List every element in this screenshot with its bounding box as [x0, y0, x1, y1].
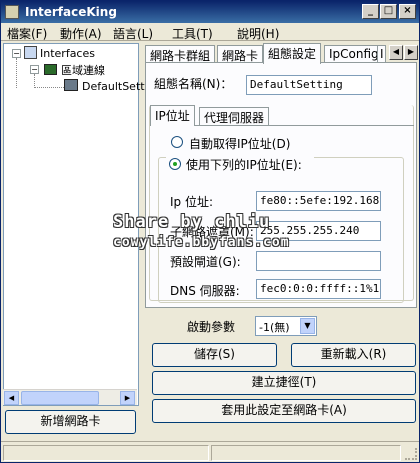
apply-to-nic-button[interactable]: 套用此設定至網路卡(A) [152, 399, 416, 423]
startup-param-label: 啟動參數 [187, 320, 236, 334]
manual-ip-legend: 使用下列的IP位址(E): [166, 155, 314, 172]
dns-server-label: DNS 伺服器: [170, 284, 240, 298]
tree-item-local-connection[interactable]: 區域連線 [44, 62, 105, 78]
collapse-icon[interactable]: − [12, 49, 21, 58]
menu-tools[interactable]: 工具(T) [172, 25, 213, 42]
app-window: InterfaceKing _ □ × 檔案(F) 動作(A) 語言(L) 工具… [0, 0, 420, 463]
app-icon [5, 5, 19, 19]
watermark-url: cowylife.bbyfans.com [113, 235, 290, 250]
profile-name-input[interactable]: DefaultSetting [246, 75, 372, 95]
tree-item-default-setting[interactable]: DefaultSetti [64, 79, 148, 95]
tab-more[interactable]: I [377, 45, 386, 63]
nic-icon [44, 64, 57, 75]
window-title: InterfaceKing [25, 5, 117, 19]
maximize-button[interactable]: □ [380, 4, 397, 19]
gateway-label: 預設閘道(G): [170, 255, 241, 269]
tab-profile-settings[interactable]: 組態設定 [263, 43, 322, 64]
menu-file[interactable]: 檔案(F) [7, 25, 47, 42]
auto-ip-radio[interactable] [171, 136, 183, 148]
watermark-text: Share by chliu [113, 212, 271, 232]
profile-name-label: 組態名稱(N)： [154, 77, 233, 91]
profile-settings-page: 組態名稱(N)： DefaultSetting IP位址 代理伺服器 自動取得I… [145, 62, 417, 308]
title-bar: InterfaceKing _ □ × [1, 1, 419, 23]
manual-ip-label: 使用下列的IP位址(E): [186, 158, 302, 172]
radio-selected-dot [173, 162, 177, 166]
dns-server-input[interactable]: fec0:0:0:ffff::1%1 [256, 279, 381, 299]
tab-nic-group[interactable]: 網路卡群組 [145, 45, 216, 63]
resize-grip-icon[interactable] [405, 448, 417, 460]
tree-line [16, 58, 17, 88]
manual-ip-radio[interactable] [169, 158, 181, 170]
minimize-button[interactable]: _ [362, 4, 379, 19]
menu-help[interactable]: 說明(H) [237, 25, 279, 42]
tab-ipconfig[interactable]: IpConfig [324, 45, 384, 63]
tab-proxy[interactable]: 代理伺服器 [199, 107, 270, 125]
startup-param-select[interactable]: -1(無) ▼ [255, 316, 317, 336]
tree-horizontal-scrollbar[interactable]: ◀ ▶ [3, 389, 137, 405]
setting-icon [64, 79, 78, 91]
ip-address-input[interactable]: fe80::5efe:192.168.0.8% [256, 191, 381, 211]
save-button[interactable]: 儲存(S) [152, 343, 277, 367]
tab-scroll-right-icon[interactable]: ▶ [404, 45, 418, 60]
tab-ip-address[interactable]: IP位址 [150, 105, 195, 126]
add-nic-button[interactable]: 新增網路卡 [5, 410, 136, 434]
create-shortcut-button[interactable]: 建立捷徑(T) [152, 371, 416, 395]
menu-bar: 檔案(F) 動作(A) 語言(L) 工具(T) 說明(H) [1, 23, 419, 41]
chevron-down-icon[interactable]: ▼ [300, 318, 315, 334]
status-bar [1, 441, 419, 462]
menu-language[interactable]: 語言(L) [113, 25, 153, 42]
tree-item-interfaces[interactable]: Interfaces [24, 46, 95, 62]
collapse-icon[interactable]: − [30, 65, 39, 74]
tab-nic[interactable]: 網路卡 [217, 45, 264, 63]
network-icon [24, 46, 37, 59]
status-pane [211, 445, 401, 461]
tab-scroll-left-icon[interactable]: ◀ [389, 45, 403, 60]
scroll-thumb[interactable] [21, 391, 99, 405]
ip-address-label: Ip 位址: [170, 195, 214, 209]
menu-action[interactable]: 動作(A) [60, 25, 102, 42]
reload-button[interactable]: 重新載入(R) [291, 343, 416, 367]
tree-line [34, 74, 35, 88]
status-pane [3, 445, 209, 461]
startup-param-value: -1(無) [259, 321, 290, 334]
auto-ip-label: 自動取得IP位址(D) [189, 137, 291, 151]
close-button[interactable]: × [399, 4, 416, 19]
gateway-input[interactable] [256, 251, 381, 271]
tree-line [34, 87, 64, 88]
scroll-left-arrow-icon[interactable]: ◀ [4, 391, 19, 405]
scroll-right-arrow-icon[interactable]: ▶ [120, 391, 135, 405]
